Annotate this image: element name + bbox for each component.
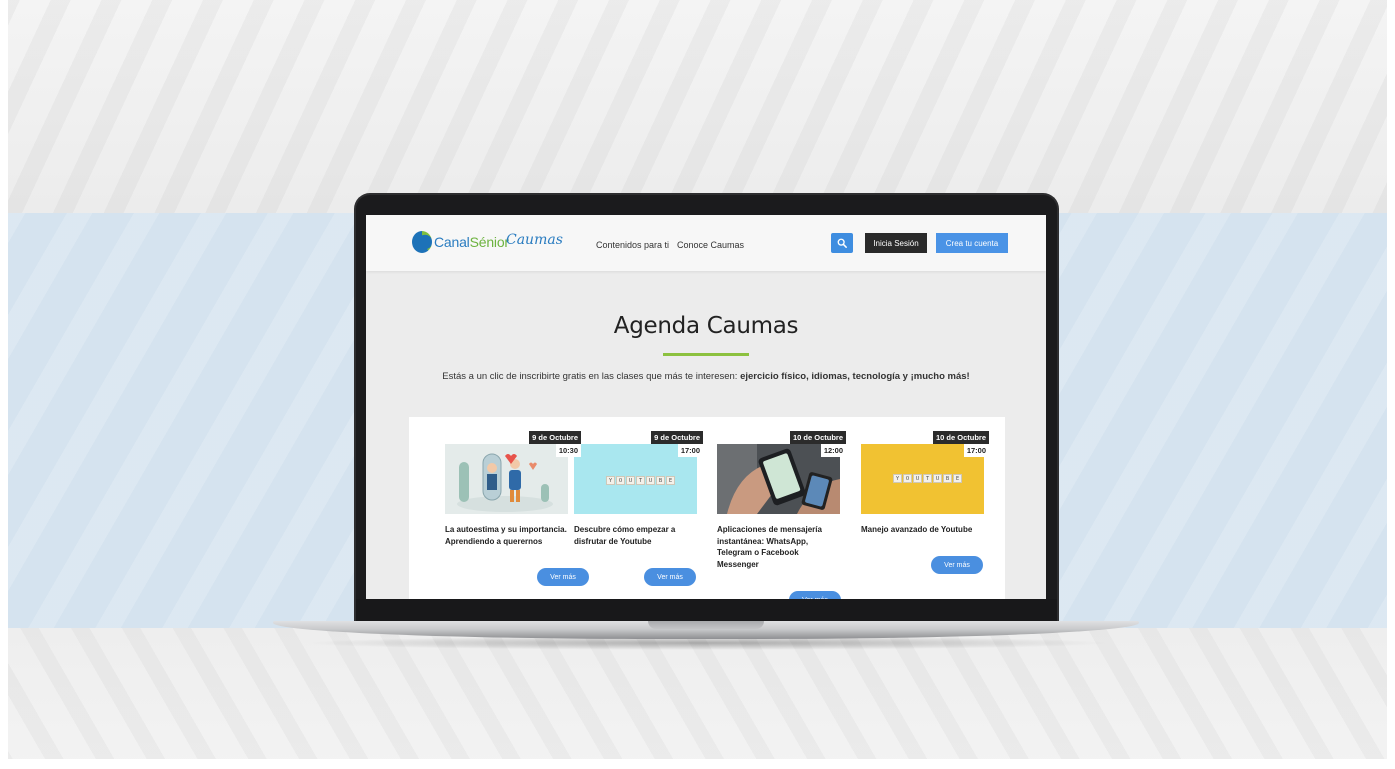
event-date-badge: 10 de Octubre (789, 431, 846, 444)
self-esteem-illustration (445, 444, 568, 514)
event-title[interactable]: Manejo avanzado de Youtube (861, 524, 991, 536)
search-button[interactable] (831, 233, 853, 253)
intro-text: Estás a un clic de inscribirte gratis en… (442, 371, 970, 382)
event-time-badge: 12:00 (820, 444, 846, 457)
event-title[interactable]: La autoestima y su importancia. Aprendie… (445, 524, 575, 547)
ver-mas-button[interactable]: Ver más (644, 568, 696, 586)
canal-senior-logo-icon (412, 231, 432, 253)
nav-link-contenidos[interactable]: Contenidos para ti (596, 240, 669, 250)
laptop-screen: CanalSénior Caumas Contenidos para ti Co… (366, 215, 1046, 599)
event-thumbnail[interactable] (445, 444, 568, 514)
youtube-letter-tiles: YOUTUBE (606, 476, 675, 485)
site-header: CanalSénior Caumas Contenidos para ti Co… (366, 215, 1046, 271)
laptop-notch (648, 621, 764, 629)
ver-mas-button[interactable]: Ver más (537, 568, 589, 586)
logo-text: CanalSénior (434, 234, 509, 250)
event-time-badge: 17:00 (963, 444, 989, 457)
events-list: 9 de Octubre 10:30 La autoestima y su im… (409, 417, 1005, 599)
canal-senior-logo[interactable]: CanalSénior (412, 231, 509, 253)
laptop-bezel-bottom (356, 599, 1057, 621)
caumas-logo[interactable]: Caumas (506, 232, 563, 248)
nav-link-conoce-caumas[interactable]: Conoce Caumas (677, 240, 744, 250)
background-top (0, 0, 1395, 213)
event-title[interactable]: Descubre cómo empezar a disfrutar de You… (574, 524, 704, 547)
youtube-letter-tiles: YOUTUBE (893, 474, 962, 483)
frame-border-right (1387, 0, 1395, 769)
event-time-badge: 17:00 (677, 444, 703, 457)
ver-mas-button[interactable]: Ver más (931, 556, 983, 574)
frame-border-bottom (0, 759, 1395, 769)
event-title[interactable]: Aplicaciones de mensajería instantánea: … (717, 524, 833, 570)
event-date-badge: 9 de Octubre (651, 431, 703, 444)
event-time-badge: 10:30 (555, 444, 581, 457)
event-date-badge: 10 de Octubre (932, 431, 989, 444)
search-icon (837, 238, 847, 248)
frame-border-left (0, 0, 8, 769)
event-date-badge: 9 de Octubre (529, 431, 581, 444)
page-title: Agenda Caumas (613, 313, 799, 339)
login-button[interactable]: Inicia Sesión (865, 233, 927, 253)
ver-mas-button[interactable]: Ver más (789, 591, 841, 599)
title-underline (663, 353, 749, 356)
signup-button[interactable]: Crea tu cuenta (936, 233, 1008, 253)
